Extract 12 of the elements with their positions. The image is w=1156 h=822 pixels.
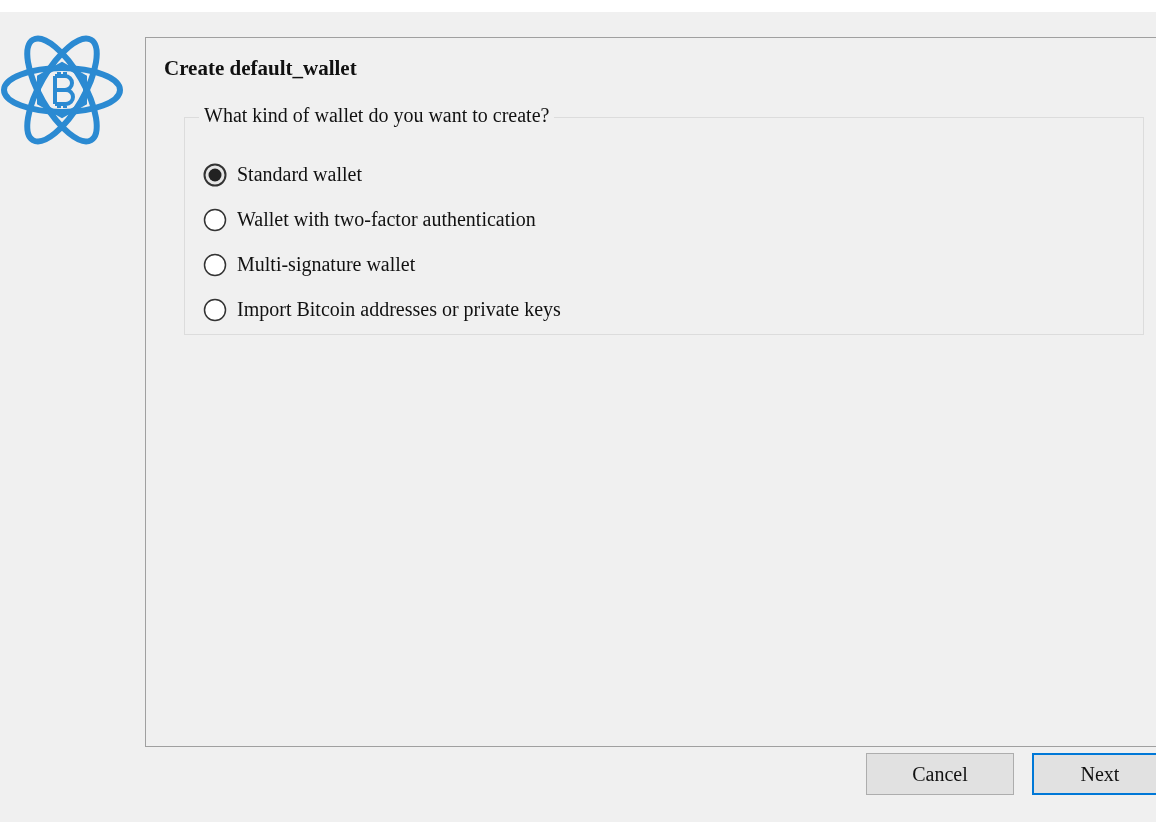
group-legend: What kind of wallet do you want to create? (199, 104, 555, 127)
radio-button[interactable] (203, 207, 227, 232)
radio-label[interactable]: Multi-signature wallet (237, 253, 416, 276)
dialog-title: Create default_wallet (164, 56, 357, 81)
radio-button[interactable] (203, 162, 227, 187)
cancel-button[interactable]: Cancel (866, 753, 1014, 795)
radio-label[interactable]: Standard wallet (237, 163, 362, 186)
radio-button[interactable] (203, 297, 227, 322)
radio-button[interactable] (203, 252, 227, 277)
radio-label[interactable]: Wallet with two-factor authentication (237, 208, 536, 231)
next-button[interactable]: Next (1032, 753, 1156, 795)
radio-label[interactable]: Import Bitcoin addresses or private keys (237, 298, 561, 321)
